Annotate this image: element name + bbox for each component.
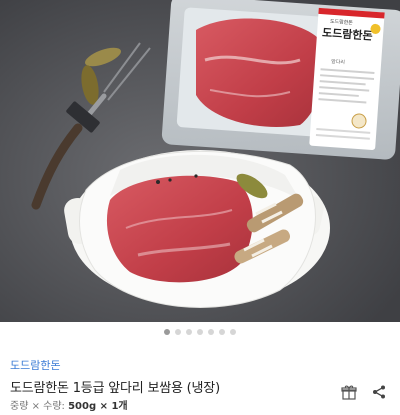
- spec-value: 500g × 1개: [68, 401, 128, 412]
- gift-icon: [341, 385, 357, 400]
- product-spec: 중량 × 수량: 500g × 1개: [10, 400, 390, 413]
- product-photo: 도드람한돈 도드람한돈 앞다리: [0, 0, 400, 322]
- product-actions: [340, 383, 388, 401]
- carousel-dot[interactable]: [197, 329, 203, 335]
- share-icon: [373, 385, 385, 399]
- pork-shoulder: [106, 174, 253, 283]
- carousel-dot[interactable]: [219, 329, 225, 335]
- brand-link[interactable]: 도드람한돈: [10, 359, 390, 373]
- share-button[interactable]: [370, 383, 388, 401]
- carousel-dot[interactable]: [208, 329, 214, 335]
- carousel-pager: [0, 324, 400, 340]
- carousel-dot[interactable]: [230, 329, 236, 335]
- carousel-dot[interactable]: [186, 329, 192, 335]
- package-label: 도드람한돈 도드람한돈 앞다리: [309, 7, 385, 150]
- product-title: 도드람한돈 1등급 앞다리 보쌈용 (냉장): [10, 381, 220, 396]
- product-image[interactable]: 도드람한돈 도드람한돈 앞다리: [0, 0, 400, 322]
- gift-button[interactable]: [340, 383, 358, 401]
- label-detail: 앞다리: [331, 58, 345, 66]
- spec-label: 중량 × 수량:: [10, 401, 65, 412]
- product-info: 도드람한돈 도드람한돈 1등급 앞다리 보쌈용 (냉장) 중량 × 수량: 50…: [0, 340, 400, 415]
- carousel-dot[interactable]: [175, 329, 181, 335]
- carousel-dot[interactable]: [164, 329, 170, 335]
